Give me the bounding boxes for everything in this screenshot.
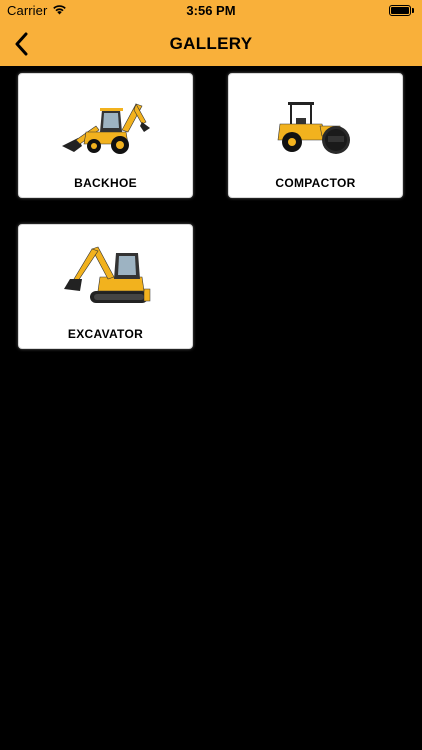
gallery-grid: BACKHOE COMPACTOR EXCAVATOR (0, 66, 422, 750)
gallery-item-compactor[interactable]: COMPACTOR (228, 73, 403, 198)
battery-icon (389, 5, 411, 16)
status-time: 3:56 PM (186, 3, 236, 18)
nav-bar: GALLERY (0, 22, 422, 66)
header: Carrier 3:56 PM GALLERY (0, 0, 422, 66)
battery-tip (412, 8, 414, 13)
gallery-item-backhoe[interactable]: BACKHOE (18, 73, 193, 198)
gallery-item-label: BACKHOE (74, 176, 137, 190)
excavator-image (64, 246, 151, 303)
compactor-image (277, 102, 350, 154)
backhoe-image (62, 103, 150, 154)
gallery-item-excavator[interactable]: EXCAVATOR (18, 224, 193, 349)
gallery-item-label: EXCAVATOR (67, 327, 144, 341)
gallery-screen: Carrier 3:56 PM GALLERY BACKHOE COMPACTO… (0, 0, 422, 750)
status-bar: Carrier 3:56 PM (0, 0, 422, 22)
page-title: GALLERY (169, 34, 253, 53)
gallery-item-label: COMPACTOR (275, 176, 356, 190)
